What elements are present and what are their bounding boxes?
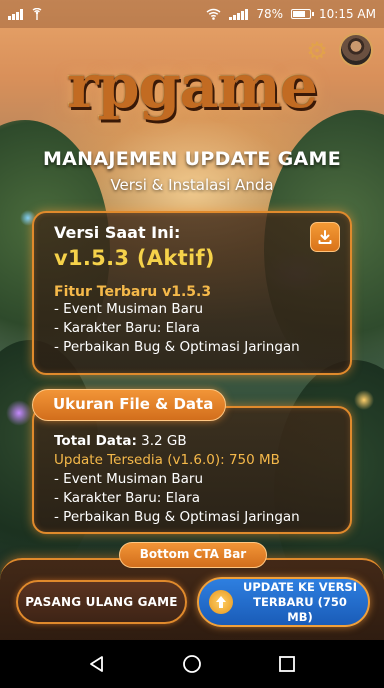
status-left xyxy=(8,8,43,20)
wifi-icon xyxy=(206,8,221,20)
update-item: - Perbaikan Bug & Optimasi Jaringan xyxy=(54,509,300,525)
cta-bar-label: Bottom CTA Bar xyxy=(119,542,267,568)
glow-crystal-amber xyxy=(354,390,374,410)
antenna-icon xyxy=(32,8,42,20)
update-item: - Karakter Baru: Elara xyxy=(54,490,200,506)
back-triangle-icon xyxy=(90,656,104,672)
reinstall-button[interactable]: PASANG ULANG GAME xyxy=(16,580,187,624)
current-version-card: Versi Saat Ini: v1.5.3 (Aktif) Fitur Ter… xyxy=(32,211,352,375)
home-circle-icon xyxy=(183,655,201,673)
update-size-row: Update Tersedia (v1.6.0): 750 MB xyxy=(54,451,338,470)
clock: 10:15 AM xyxy=(319,7,376,21)
total-data-value: 3.2 GB xyxy=(141,433,187,449)
cell-signal-icon xyxy=(8,8,23,20)
arrow-up-icon xyxy=(209,590,233,614)
status-right: 78% 10:15 AM xyxy=(206,7,376,21)
recent-square-icon xyxy=(278,656,295,672)
update-item: - Event Musiman Baru xyxy=(54,471,204,487)
glow-crystal-purple xyxy=(6,400,32,426)
nav-home-button[interactable] xyxy=(180,652,204,676)
feature-item: - Event Musiman Baru xyxy=(54,301,204,317)
current-version-value: v1.5.3 (Aktif) xyxy=(54,246,215,270)
page-title: MANAJEMEN UPDATE GAME xyxy=(42,148,342,170)
update-size-value: 750 MB xyxy=(228,452,280,468)
page-subtitle: Versi & Instalasi Anda xyxy=(110,176,274,194)
update-button-label: UPDATE KE VERSI TERBARU (750 MB) xyxy=(239,580,361,625)
signal-bars-icon xyxy=(229,8,249,20)
gear-icon: ⚙ xyxy=(306,37,328,65)
nav-recent-button[interactable] xyxy=(275,652,299,676)
current-version-label: Versi Saat Ini: xyxy=(54,223,181,242)
update-button-line1: UPDATE KE VERSI xyxy=(243,579,357,594)
download-button[interactable] xyxy=(310,222,340,252)
feature-item: - Perbaikan Bug & Optimasi Jaringan xyxy=(54,339,300,355)
file-data-tab: Ukuran File & Data xyxy=(32,389,226,421)
system-nav-bar xyxy=(0,640,384,688)
file-data-card: Total Data: 3.2 GB Update Tersedia (v1.6… xyxy=(32,406,352,534)
avatar[interactable] xyxy=(339,33,373,67)
status-bar: 78% 10:15 AM xyxy=(0,0,384,28)
features-title: Fitur Terbaru v1.5.3 xyxy=(54,284,212,300)
nav-back-button[interactable] xyxy=(85,652,109,676)
battery-percent: 78% xyxy=(256,7,284,21)
feature-item: - Karakter Baru: Elara xyxy=(54,320,200,336)
update-button[interactable]: UPDATE KE VERSI TERBARU (750 MB) xyxy=(197,577,370,627)
total-data-row: Total Data: 3.2 GB xyxy=(54,432,338,451)
battery-icon xyxy=(291,9,315,19)
settings-button[interactable]: ⚙ xyxy=(304,38,330,64)
update-size-label: Update Tersedia (v1.6.0): xyxy=(54,452,225,468)
total-data-label: Total Data: xyxy=(54,433,137,449)
update-button-line2: TERBARU (750 MB) xyxy=(253,594,347,624)
download-icon xyxy=(318,230,332,244)
